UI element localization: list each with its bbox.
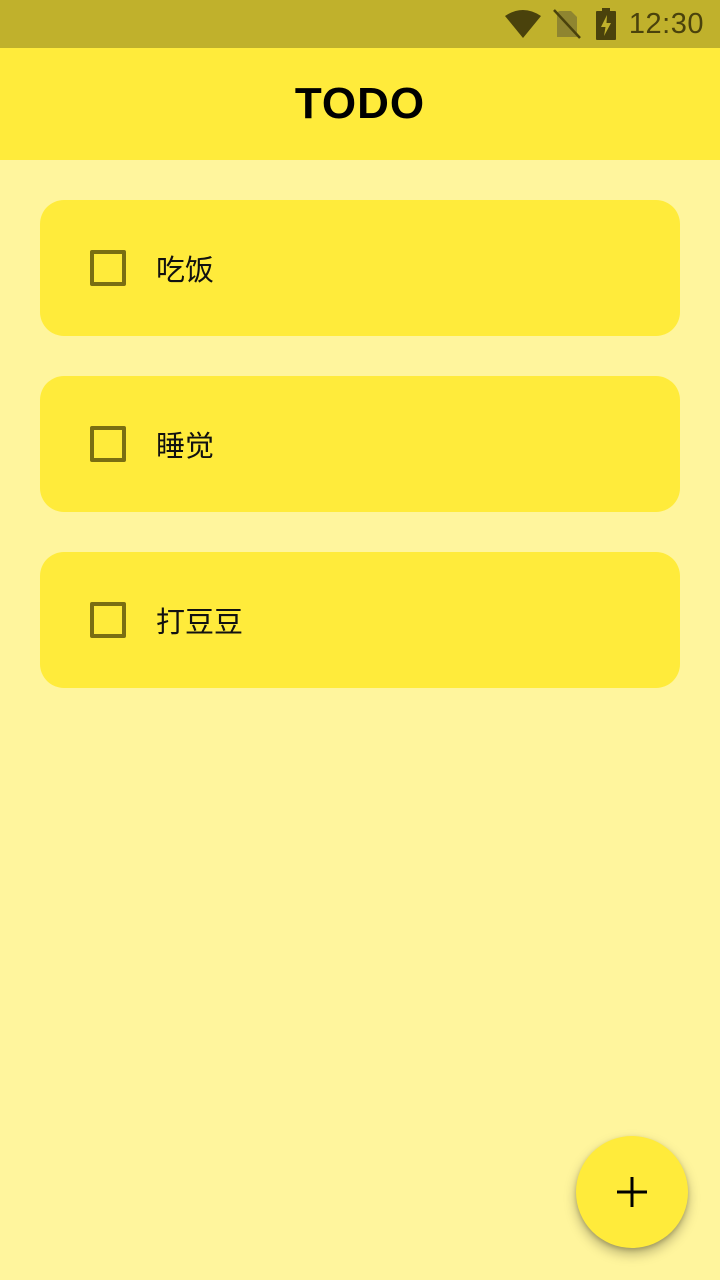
- todo-label: 睡觉: [156, 429, 215, 463]
- todo-checkbox[interactable]: [90, 250, 126, 286]
- wifi-icon: [504, 0, 541, 48]
- plus-icon: [617, 1177, 647, 1207]
- todo-item[interactable]: 吃饭: [40, 200, 680, 336]
- todo-list: 吃饭 睡觉 打豆豆: [40, 200, 680, 728]
- todo-item[interactable]: 睡觉: [40, 376, 680, 512]
- add-todo-button[interactable]: [576, 1136, 688, 1248]
- todo-label: 打豆豆: [156, 605, 244, 639]
- status-time: 12:30: [628, 7, 704, 40]
- no-sim-icon: [553, 0, 581, 48]
- status-bar: 12:30: [0, 0, 720, 48]
- todo-item[interactable]: 打豆豆: [40, 552, 680, 688]
- todo-checkbox[interactable]: [90, 602, 126, 638]
- todo-label: 吃饭: [156, 253, 215, 287]
- app-bar: TODO: [0, 48, 720, 160]
- page-title: TODO: [294, 79, 426, 128]
- todo-checkbox[interactable]: [90, 426, 126, 462]
- battery-charging-icon: [595, 0, 617, 48]
